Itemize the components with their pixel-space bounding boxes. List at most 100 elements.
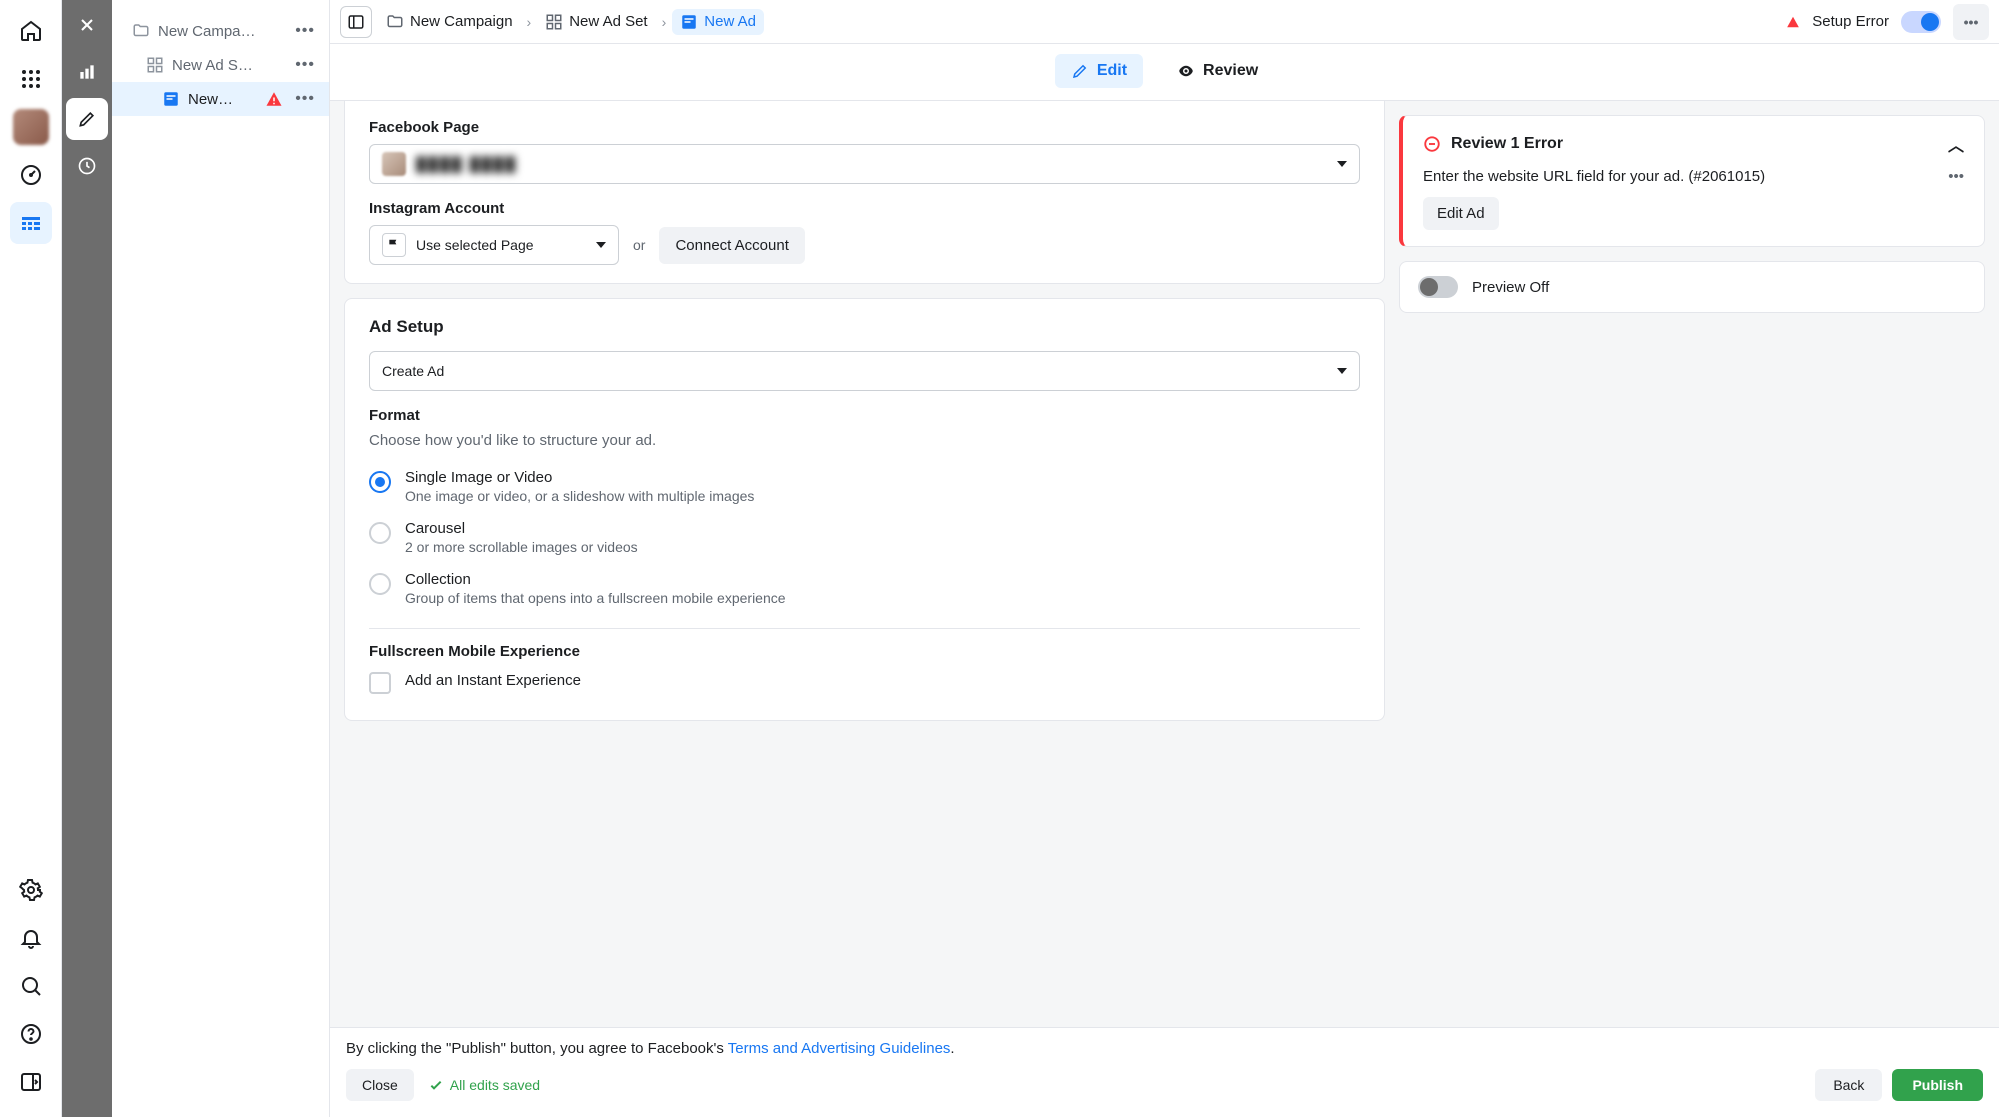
home-icon[interactable] bbox=[10, 10, 52, 52]
warning-icon bbox=[265, 90, 283, 108]
tree-campaign-label: New Campa… bbox=[158, 23, 283, 40]
tab-review[interactable]: Review bbox=[1161, 54, 1274, 88]
apps-icon[interactable] bbox=[10, 58, 52, 100]
fb-page-label: Facebook Page bbox=[369, 119, 1360, 136]
tree-adset[interactable]: New Ad S… ••• bbox=[112, 48, 329, 82]
terms-line: By clicking the "Publish" button, you ag… bbox=[346, 1040, 1983, 1057]
tree-adset-label: New Ad S… bbox=[172, 57, 283, 74]
setup-error-label: Setup Error bbox=[1812, 13, 1889, 30]
tree-ad-label: New… bbox=[188, 91, 257, 108]
identity-card: Facebook Page ████ ████ Instagram Accoun… bbox=[344, 101, 1385, 284]
ad-setup-card: Ad Setup Create Ad Format Choose how you… bbox=[344, 298, 1385, 721]
opt1-sub: One image or video, or a slideshow with … bbox=[405, 488, 754, 504]
opt1-title: Single Image or Video bbox=[405, 469, 754, 486]
tree-ad[interactable]: New… ••• bbox=[112, 82, 329, 116]
editor-rail bbox=[62, 0, 112, 1117]
ig-select[interactable]: Use selected Page bbox=[369, 225, 619, 265]
chart-icon[interactable] bbox=[66, 51, 108, 93]
settings-icon[interactable] bbox=[10, 869, 52, 911]
tab-edit-label: Edit bbox=[1097, 62, 1127, 80]
tree-ad-menu[interactable]: ••• bbox=[291, 90, 319, 108]
crumb-ad-label: New Ad bbox=[704, 13, 756, 30]
subtabs: Edit Review bbox=[330, 44, 1999, 101]
crumb-ad[interactable]: New Ad bbox=[672, 9, 764, 35]
format-carousel[interactable]: Carousel 2 or more scrollable images or … bbox=[369, 512, 1360, 563]
review-msg: Enter the website URL field for your ad.… bbox=[1423, 168, 1938, 185]
fb-page-select[interactable]: ████ ████ bbox=[369, 144, 1360, 184]
avatar[interactable] bbox=[10, 106, 52, 148]
form-column: Facebook Page ████ ████ Instagram Accoun… bbox=[330, 101, 1399, 1027]
close-icon[interactable] bbox=[66, 4, 108, 46]
radio-collection[interactable] bbox=[369, 573, 391, 595]
bell-icon[interactable] bbox=[10, 917, 52, 959]
review-title: Review 1 Error bbox=[1451, 135, 1563, 153]
flag-icon bbox=[382, 233, 406, 257]
tab-edit[interactable]: Edit bbox=[1055, 54, 1143, 88]
ig-label: Instagram Account bbox=[369, 200, 1360, 217]
ig-select-label: Use selected Page bbox=[416, 237, 534, 253]
navigation-rail bbox=[0, 0, 62, 1117]
preview-toggle[interactable] bbox=[1418, 276, 1458, 298]
radio-carousel[interactable] bbox=[369, 522, 391, 544]
error-circle-icon bbox=[1423, 135, 1441, 153]
preview-label: Preview Off bbox=[1472, 279, 1549, 296]
side-column: Review 1 Error ︿ Enter the website URL f… bbox=[1399, 101, 1999, 1027]
connect-account-button[interactable]: Connect Account bbox=[659, 227, 804, 264]
tree-campaign[interactable]: New Campa… ••• bbox=[112, 14, 329, 48]
tree-adset-menu[interactable]: ••• bbox=[291, 56, 319, 74]
close-button[interactable]: Close bbox=[346, 1069, 414, 1101]
opt2-title: Carousel bbox=[405, 520, 638, 537]
format-single[interactable]: Single Image or Video One image or video… bbox=[369, 461, 1360, 512]
radio-single[interactable] bbox=[369, 471, 391, 493]
campaign-tree: New Campa… ••• New Ad S… ••• New… ••• bbox=[112, 0, 330, 1117]
crumb-sep: › bbox=[527, 14, 532, 30]
crumb-campaign-label: New Campaign bbox=[410, 13, 513, 30]
footer: By clicking the "Publish" button, you ag… bbox=[330, 1027, 1999, 1117]
ad-setup-select[interactable]: Create Ad bbox=[369, 351, 1360, 391]
history-icon[interactable] bbox=[66, 145, 108, 187]
format-label: Format bbox=[369, 407, 1360, 424]
more-icon[interactable]: ••• bbox=[1953, 4, 1989, 40]
tab-review-label: Review bbox=[1203, 62, 1258, 80]
search-icon[interactable] bbox=[10, 965, 52, 1007]
publish-button[interactable]: Publish bbox=[1892, 1069, 1983, 1101]
opt3-sub: Group of items that opens into a fullscr… bbox=[405, 590, 786, 606]
header: New Campaign › New Ad Set › New Ad Setup… bbox=[330, 0, 1999, 44]
chevron-up-icon[interactable]: ︿ bbox=[1948, 132, 1964, 156]
check-icon bbox=[428, 1077, 444, 1093]
chevron-down-icon bbox=[596, 242, 606, 248]
format-collection[interactable]: Collection Group of items that opens int… bbox=[369, 563, 1360, 614]
crumb-sep: › bbox=[662, 14, 667, 30]
edit-icon[interactable] bbox=[66, 98, 108, 140]
panel-icon[interactable] bbox=[10, 1061, 52, 1103]
ads-manager-icon[interactable] bbox=[10, 202, 52, 244]
crumb-campaign[interactable]: New Campaign bbox=[378, 9, 521, 35]
crumb-adset[interactable]: New Ad Set bbox=[537, 9, 655, 35]
main-content: New Campaign › New Ad Set › New Ad Setup… bbox=[330, 0, 1999, 1117]
opt2-sub: 2 or more scrollable images or videos bbox=[405, 539, 638, 555]
review-error-card: Review 1 Error ︿ Enter the website URL f… bbox=[1399, 115, 1985, 247]
fullscreen-label: Fullscreen Mobile Experience bbox=[369, 643, 1360, 660]
error-triangle-icon bbox=[1786, 15, 1800, 29]
instant-label: Add an Instant Experience bbox=[405, 672, 581, 689]
status-toggle[interactable] bbox=[1901, 11, 1941, 33]
crumb-adset-label: New Ad Set bbox=[569, 13, 647, 30]
help-icon[interactable] bbox=[10, 1013, 52, 1055]
opt3-title: Collection bbox=[405, 571, 786, 588]
review-item-menu[interactable]: ••• bbox=[1948, 168, 1964, 185]
chevron-down-icon bbox=[1337, 368, 1347, 374]
edit-ad-button[interactable]: Edit Ad bbox=[1423, 197, 1499, 230]
chevron-down-icon bbox=[1337, 161, 1347, 167]
tree-campaign-menu[interactable]: ••• bbox=[291, 22, 319, 40]
gauge-icon[interactable] bbox=[10, 154, 52, 196]
preview-card: Preview Off bbox=[1399, 261, 1985, 313]
instant-exp-checkbox[interactable] bbox=[369, 672, 391, 694]
terms-link[interactable]: Terms and Advertising Guidelines bbox=[728, 1040, 951, 1057]
ad-setup-title: Ad Setup bbox=[369, 317, 1360, 337]
panel-toggle-icon[interactable] bbox=[340, 6, 372, 38]
saved-status: All edits saved bbox=[428, 1077, 540, 1093]
ad-setup-select-label: Create Ad bbox=[382, 363, 444, 379]
or-label: or bbox=[633, 237, 645, 253]
format-sub: Choose how you'd like to structure your … bbox=[369, 432, 1360, 449]
back-button[interactable]: Back bbox=[1815, 1069, 1882, 1101]
